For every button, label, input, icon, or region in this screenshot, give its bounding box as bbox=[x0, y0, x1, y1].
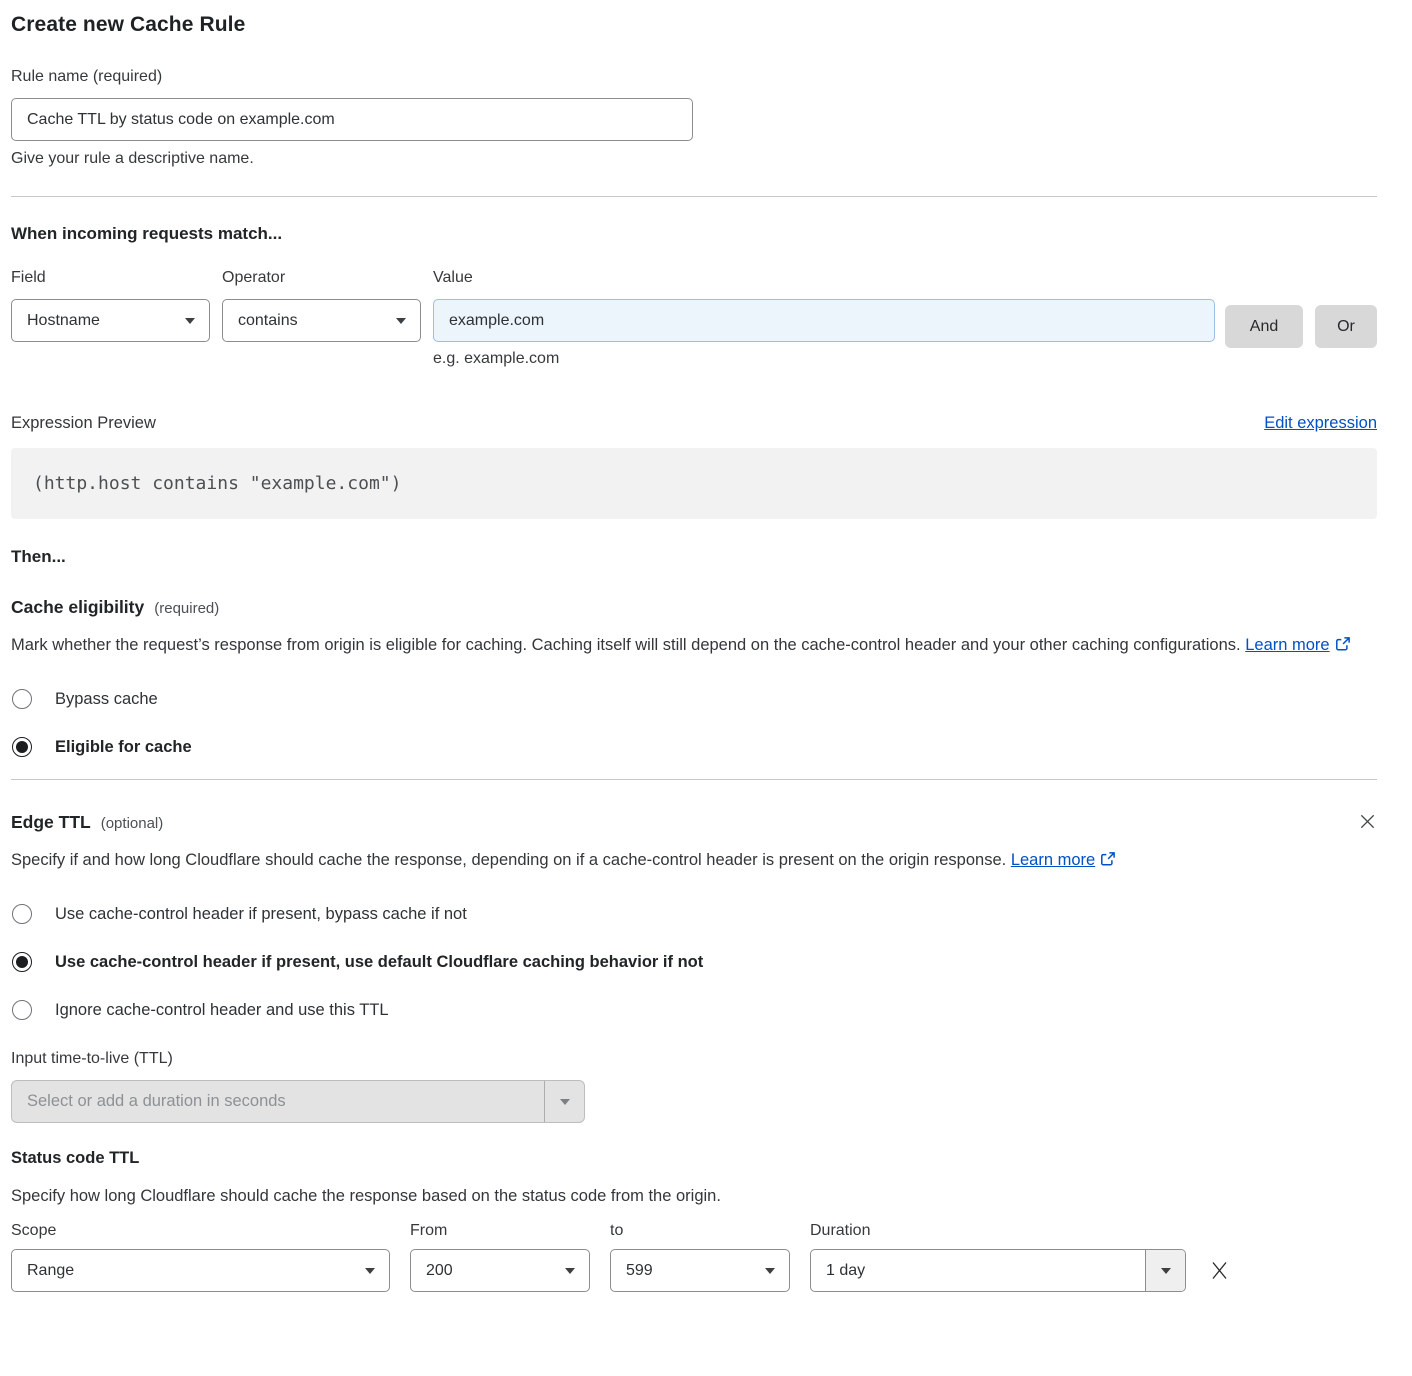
field-select-value: Hostname bbox=[27, 312, 100, 330]
divider bbox=[11, 779, 1377, 780]
field-select[interactable]: Hostname bbox=[11, 299, 210, 342]
external-link-icon bbox=[1335, 633, 1351, 661]
radio-icon[interactable] bbox=[12, 904, 32, 924]
from-label: From bbox=[410, 1222, 590, 1240]
ttl-duration-placeholder: Select or add a duration in seconds bbox=[12, 1081, 544, 1122]
chevron-down-icon bbox=[765, 1268, 775, 1274]
radio-option-header-default[interactable]: Use cache-control header if present, use… bbox=[11, 952, 1377, 972]
external-link-icon bbox=[1100, 848, 1116, 876]
cache-eligibility-description: Mark whether the request’s response from… bbox=[11, 631, 1352, 661]
match-condition-row: Field Hostname Operator contains Value e… bbox=[11, 269, 1377, 368]
rule-name-input[interactable] bbox=[11, 98, 693, 141]
operator-select[interactable]: contains bbox=[222, 299, 421, 342]
scope-select-value: Range bbox=[27, 1262, 74, 1280]
radio-icon[interactable] bbox=[12, 689, 32, 709]
from-select[interactable]: 200 bbox=[410, 1249, 590, 1292]
chevron-down-icon bbox=[396, 318, 406, 324]
ttl-duration-select[interactable]: Select or add a duration in seconds bbox=[11, 1080, 585, 1123]
cache-eligibility-heading: Cache eligibility bbox=[11, 597, 144, 618]
edge-ttl-heading: Edge TTL bbox=[11, 812, 91, 833]
select-arrow-box[interactable] bbox=[544, 1081, 584, 1122]
radio-option-eligible-for-cache[interactable]: Eligible for cache bbox=[11, 737, 1377, 757]
edge-ttl-header: Edge TTL (optional) bbox=[11, 812, 1377, 833]
duration-select[interactable]: 1 day bbox=[810, 1249, 1186, 1292]
edit-expression-link[interactable]: Edit expression bbox=[1264, 414, 1377, 433]
learn-more-link[interactable]: Learn more bbox=[1011, 851, 1095, 869]
value-label: Value bbox=[433, 269, 1215, 287]
remove-icon bbox=[1208, 1270, 1231, 1285]
optional-qualifier: (optional) bbox=[101, 815, 164, 832]
or-button[interactable]: Or bbox=[1315, 305, 1377, 348]
radio-option-label: Ignore cache-control header and use this… bbox=[55, 1001, 389, 1020]
cache-eligibility-description-text: Mark whether the request’s response from… bbox=[11, 636, 1241, 654]
close-edge-ttl-button[interactable] bbox=[1358, 812, 1377, 831]
radio-selected-icon[interactable] bbox=[12, 737, 32, 757]
value-input[interactable] bbox=[433, 299, 1215, 342]
scope-label: Scope bbox=[11, 1222, 390, 1240]
chevron-down-icon bbox=[565, 1268, 575, 1274]
operator-select-value: contains bbox=[238, 312, 298, 330]
match-heading: When incoming requests match... bbox=[11, 224, 1377, 244]
from-select-value: 200 bbox=[426, 1262, 453, 1280]
radio-option-label: Eligible for cache bbox=[55, 738, 192, 757]
radio-option-header-bypass[interactable]: Use cache-control header if present, byp… bbox=[11, 904, 1377, 924]
learn-more-link[interactable]: Learn more bbox=[1245, 636, 1329, 654]
edge-ttl-description-text: Specify if and how long Cloudflare shoul… bbox=[11, 851, 1006, 869]
edge-ttl-description: Specify if and how long Cloudflare shoul… bbox=[11, 846, 1352, 876]
scope-select[interactable]: Range bbox=[11, 1249, 390, 1292]
close-icon bbox=[1358, 819, 1377, 834]
chevron-down-icon bbox=[365, 1268, 375, 1274]
status-code-ttl-heading: Status code TTL bbox=[11, 1149, 1377, 1168]
expression-preview-code: (http.host contains "example.com") bbox=[11, 448, 1377, 519]
radio-option-bypass-cache[interactable]: Bypass cache bbox=[11, 689, 1377, 709]
rule-name-label: Rule name (required) bbox=[11, 68, 1377, 86]
radio-option-label: Bypass cache bbox=[55, 690, 158, 709]
divider bbox=[11, 196, 1377, 197]
create-cache-rule-form: Create new Cache Rule Rule name (require… bbox=[0, 0, 1412, 1292]
to-label: to bbox=[610, 1222, 790, 1240]
value-hint: e.g. example.com bbox=[433, 350, 1215, 368]
chevron-down-icon bbox=[1161, 1268, 1171, 1274]
required-qualifier: (required) bbox=[154, 600, 219, 617]
radio-option-ignore-header[interactable]: Ignore cache-control header and use this… bbox=[11, 1000, 1377, 1020]
rule-name-group: Rule name (required) Give your rule a de… bbox=[11, 68, 1377, 168]
duration-select-value: 1 day bbox=[826, 1262, 865, 1280]
expression-preview-label: Expression Preview bbox=[11, 414, 156, 433]
chevron-down-icon bbox=[560, 1099, 570, 1105]
remove-status-ttl-button[interactable] bbox=[1208, 1259, 1231, 1282]
operator-label: Operator bbox=[222, 269, 421, 287]
radio-option-label: Use cache-control header if present, use… bbox=[55, 953, 703, 972]
status-code-ttl-description: Specify how long Cloudflare should cache… bbox=[11, 1182, 1352, 1210]
ttl-input-label: Input time-to-live (TTL) bbox=[11, 1050, 1377, 1068]
radio-selected-icon[interactable] bbox=[12, 952, 32, 972]
to-select[interactable]: 599 bbox=[610, 1249, 790, 1292]
chevron-down-icon bbox=[185, 318, 195, 324]
radio-option-label: Use cache-control header if present, byp… bbox=[55, 905, 467, 924]
expression-code-text: (http.host contains "example.com") bbox=[33, 473, 401, 494]
then-heading: Then... bbox=[11, 547, 1377, 567]
radio-icon[interactable] bbox=[12, 1000, 32, 1020]
select-arrow-box[interactable] bbox=[1145, 1250, 1185, 1291]
cache-eligibility-header: Cache eligibility (required) bbox=[11, 597, 1377, 618]
status-code-ttl-row: Scope Range From 200 to 599 Duration 1 d… bbox=[11, 1222, 1377, 1292]
to-select-value: 599 bbox=[626, 1262, 653, 1280]
rule-name-help: Give your rule a descriptive name. bbox=[11, 150, 1377, 168]
page-title: Create new Cache Rule bbox=[11, 13, 1377, 37]
expression-preview-header: Expression Preview Edit expression bbox=[11, 414, 1377, 433]
field-label: Field bbox=[11, 269, 210, 287]
and-button[interactable]: And bbox=[1225, 305, 1303, 348]
duration-label: Duration bbox=[810, 1222, 1186, 1240]
